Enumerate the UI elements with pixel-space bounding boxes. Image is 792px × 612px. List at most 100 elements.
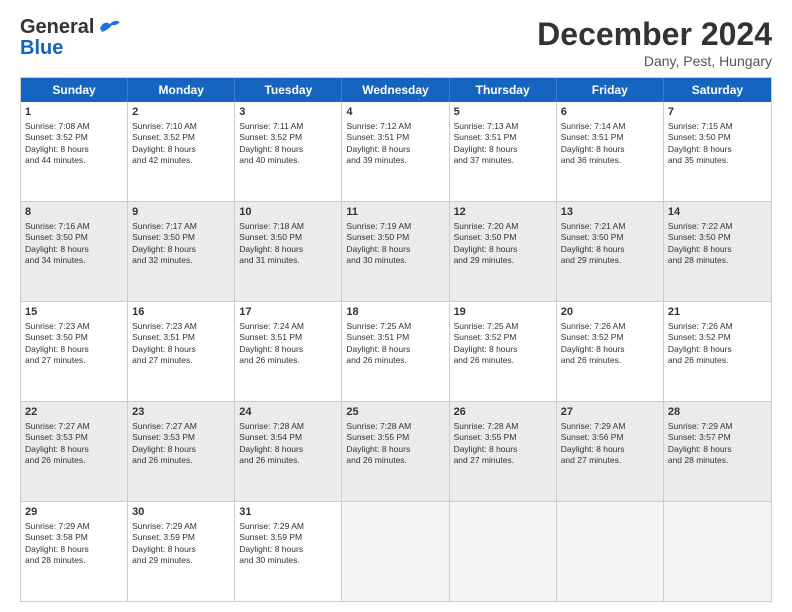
calendar-cell [664, 502, 771, 601]
calendar-cell: 4Sunrise: 7:12 AM Sunset: 3:51 PM Daylig… [342, 102, 449, 201]
calendar-cell: 31Sunrise: 7:29 AM Sunset: 3:59 PM Dayli… [235, 502, 342, 601]
day-number: 25 [346, 405, 444, 420]
subtitle: Dany, Pest, Hungary [537, 53, 772, 69]
day-info: Sunrise: 7:08 AM Sunset: 3:52 PM Dayligh… [25, 121, 90, 165]
calendar-cell: 18Sunrise: 7:25 AM Sunset: 3:51 PM Dayli… [342, 302, 449, 401]
day-number: 27 [561, 405, 659, 420]
calendar-cell: 22Sunrise: 7:27 AM Sunset: 3:53 PM Dayli… [21, 402, 128, 501]
calendar-cell: 7Sunrise: 7:15 AM Sunset: 3:50 PM Daylig… [664, 102, 771, 201]
day-number: 26 [454, 405, 552, 420]
calendar-cell: 28Sunrise: 7:29 AM Sunset: 3:57 PM Dayli… [664, 402, 771, 501]
calendar-cell: 12Sunrise: 7:20 AM Sunset: 3:50 PM Dayli… [450, 202, 557, 301]
calendar-body: 1Sunrise: 7:08 AM Sunset: 3:52 PM Daylig… [21, 102, 771, 601]
day-info: Sunrise: 7:22 AM Sunset: 3:50 PM Dayligh… [668, 221, 733, 265]
calendar-header: SundayMondayTuesdayWednesdayThursdayFrid… [21, 78, 771, 102]
day-number: 29 [25, 505, 123, 520]
calendar-cell: 11Sunrise: 7:19 AM Sunset: 3:50 PM Dayli… [342, 202, 449, 301]
calendar-cell: 20Sunrise: 7:26 AM Sunset: 3:52 PM Dayli… [557, 302, 664, 401]
day-number: 23 [132, 405, 230, 420]
day-info: Sunrise: 7:17 AM Sunset: 3:50 PM Dayligh… [132, 221, 197, 265]
day-info: Sunrise: 7:27 AM Sunset: 3:53 PM Dayligh… [132, 421, 197, 465]
day-number: 1 [25, 105, 123, 120]
day-info: Sunrise: 7:25 AM Sunset: 3:52 PM Dayligh… [454, 321, 519, 365]
day-number: 16 [132, 305, 230, 320]
calendar-cell: 27Sunrise: 7:29 AM Sunset: 3:56 PM Dayli… [557, 402, 664, 501]
day-number: 22 [25, 405, 123, 420]
calendar-cell: 24Sunrise: 7:28 AM Sunset: 3:54 PM Dayli… [235, 402, 342, 501]
day-number: 20 [561, 305, 659, 320]
calendar-cell: 10Sunrise: 7:18 AM Sunset: 3:50 PM Dayli… [235, 202, 342, 301]
day-number: 7 [668, 105, 767, 120]
day-info: Sunrise: 7:19 AM Sunset: 3:50 PM Dayligh… [346, 221, 411, 265]
calendar-cell: 15Sunrise: 7:23 AM Sunset: 3:50 PM Dayli… [21, 302, 128, 401]
day-info: Sunrise: 7:23 AM Sunset: 3:51 PM Dayligh… [132, 321, 197, 365]
calendar-header-day: Saturday [664, 78, 771, 102]
day-number: 14 [668, 205, 767, 220]
calendar-header-day: Friday [557, 78, 664, 102]
calendar-cell: 29Sunrise: 7:29 AM Sunset: 3:58 PM Dayli… [21, 502, 128, 601]
day-info: Sunrise: 7:14 AM Sunset: 3:51 PM Dayligh… [561, 121, 626, 165]
day-info: Sunrise: 7:18 AM Sunset: 3:50 PM Dayligh… [239, 221, 304, 265]
main-title: December 2024 [537, 16, 772, 53]
day-number: 6 [561, 105, 659, 120]
day-number: 18 [346, 305, 444, 320]
calendar-header-day: Sunday [21, 78, 128, 102]
day-number: 15 [25, 305, 123, 320]
calendar-cell: 25Sunrise: 7:28 AM Sunset: 3:55 PM Dayli… [342, 402, 449, 501]
calendar-cell: 3Sunrise: 7:11 AM Sunset: 3:52 PM Daylig… [235, 102, 342, 201]
calendar-cell: 19Sunrise: 7:25 AM Sunset: 3:52 PM Dayli… [450, 302, 557, 401]
day-info: Sunrise: 7:16 AM Sunset: 3:50 PM Dayligh… [25, 221, 90, 265]
day-info: Sunrise: 7:10 AM Sunset: 3:52 PM Dayligh… [132, 121, 197, 165]
calendar-week-row: 15Sunrise: 7:23 AM Sunset: 3:50 PM Dayli… [21, 302, 771, 402]
calendar-cell: 17Sunrise: 7:24 AM Sunset: 3:51 PM Dayli… [235, 302, 342, 401]
calendar-cell: 23Sunrise: 7:27 AM Sunset: 3:53 PM Dayli… [128, 402, 235, 501]
day-info: Sunrise: 7:29 AM Sunset: 3:57 PM Dayligh… [668, 421, 733, 465]
calendar-header-day: Tuesday [235, 78, 342, 102]
day-info: Sunrise: 7:15 AM Sunset: 3:50 PM Dayligh… [668, 121, 733, 165]
calendar-cell: 2Sunrise: 7:10 AM Sunset: 3:52 PM Daylig… [128, 102, 235, 201]
calendar-cell: 9Sunrise: 7:17 AM Sunset: 3:50 PM Daylig… [128, 202, 235, 301]
calendar-cell [450, 502, 557, 601]
day-info: Sunrise: 7:28 AM Sunset: 3:55 PM Dayligh… [454, 421, 519, 465]
day-info: Sunrise: 7:23 AM Sunset: 3:50 PM Dayligh… [25, 321, 90, 365]
day-number: 2 [132, 105, 230, 120]
day-info: Sunrise: 7:21 AM Sunset: 3:50 PM Dayligh… [561, 221, 626, 265]
calendar-cell: 21Sunrise: 7:26 AM Sunset: 3:52 PM Dayli… [664, 302, 771, 401]
calendar-week-row: 29Sunrise: 7:29 AM Sunset: 3:58 PM Dayli… [21, 502, 771, 601]
day-number: 13 [561, 205, 659, 220]
calendar-header-day: Wednesday [342, 78, 449, 102]
day-info: Sunrise: 7:20 AM Sunset: 3:50 PM Dayligh… [454, 221, 519, 265]
day-number: 12 [454, 205, 552, 220]
day-info: Sunrise: 7:13 AM Sunset: 3:51 PM Dayligh… [454, 121, 519, 165]
calendar-cell: 5Sunrise: 7:13 AM Sunset: 3:51 PM Daylig… [450, 102, 557, 201]
day-info: Sunrise: 7:29 AM Sunset: 3:56 PM Dayligh… [561, 421, 626, 465]
day-number: 17 [239, 305, 337, 320]
calendar-cell: 30Sunrise: 7:29 AM Sunset: 3:59 PM Dayli… [128, 502, 235, 601]
day-info: Sunrise: 7:11 AM Sunset: 3:52 PM Dayligh… [239, 121, 303, 165]
calendar-cell: 26Sunrise: 7:28 AM Sunset: 3:55 PM Dayli… [450, 402, 557, 501]
day-info: Sunrise: 7:26 AM Sunset: 3:52 PM Dayligh… [561, 321, 626, 365]
day-info: Sunrise: 7:12 AM Sunset: 3:51 PM Dayligh… [346, 121, 411, 165]
day-info: Sunrise: 7:28 AM Sunset: 3:54 PM Dayligh… [239, 421, 304, 465]
day-info: Sunrise: 7:27 AM Sunset: 3:53 PM Dayligh… [25, 421, 90, 465]
calendar-cell [342, 502, 449, 601]
day-number: 11 [346, 205, 444, 220]
calendar: SundayMondayTuesdayWednesdayThursdayFrid… [20, 77, 772, 602]
calendar-week-row: 1Sunrise: 7:08 AM Sunset: 3:52 PM Daylig… [21, 102, 771, 202]
day-number: 9 [132, 205, 230, 220]
page: General Blue December 2024 Dany, Pest, H… [0, 0, 792, 612]
day-number: 5 [454, 105, 552, 120]
day-info: Sunrise: 7:29 AM Sunset: 3:58 PM Dayligh… [25, 521, 90, 565]
logo-blue-text: Blue [20, 37, 63, 60]
day-number: 21 [668, 305, 767, 320]
day-info: Sunrise: 7:29 AM Sunset: 3:59 PM Dayligh… [132, 521, 197, 565]
logo-text: General [20, 16, 94, 39]
calendar-week-row: 22Sunrise: 7:27 AM Sunset: 3:53 PM Dayli… [21, 402, 771, 502]
logo: General Blue [20, 16, 120, 60]
calendar-cell: 6Sunrise: 7:14 AM Sunset: 3:51 PM Daylig… [557, 102, 664, 201]
calendar-header-day: Thursday [450, 78, 557, 102]
day-number: 30 [132, 505, 230, 520]
day-number: 10 [239, 205, 337, 220]
day-number: 28 [668, 405, 767, 420]
day-info: Sunrise: 7:28 AM Sunset: 3:55 PM Dayligh… [346, 421, 411, 465]
